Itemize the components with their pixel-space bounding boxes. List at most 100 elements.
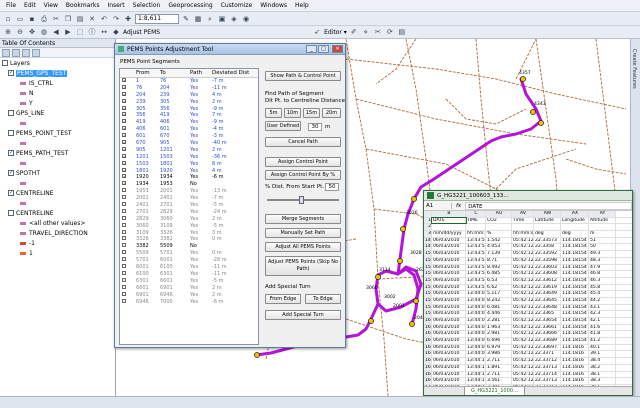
segment-row[interactable]: 6001 6100 Yes -11 m [120,264,258,271]
editor-icon[interactable]: ✎ [181,14,191,24]
row-number[interactable]: 166 [424,358,432,364]
sheet-cell[interactable]: 45.4 [589,291,616,297]
row-number[interactable]: 1 [424,217,432,224]
sheet-cell[interactable]: Time [512,217,534,224]
col-header[interactable]: AU [486,211,512,217]
sketch-icon[interactable]: ✐ [349,27,359,37]
sheet-cell[interactable]: 06/03/2010 [432,318,466,324]
print-icon[interactable]: ⎙ [39,14,49,24]
attributes-icon[interactable]: ▤ [397,27,407,37]
cancel-path-button[interactable]: Cancel Path [265,137,341,147]
toc-item[interactable] [0,198,115,208]
sheet-cell[interactable]: DATE [431,216,467,225]
segment-checkbox[interactable]: ✓ [122,133,126,138]
control-point-marker[interactable] [530,109,536,115]
sheet-cell[interactable]: 06/03/2010 [432,304,466,311]
toc-item[interactable]: PEMS_POINT_TEST [0,128,115,138]
menu-item-insert[interactable]: Insert [103,2,128,9]
col-from[interactable]: From [130,69,160,77]
sheet-cell[interactable]: m [589,231,616,237]
row-number[interactable]: 159 [424,311,432,317]
full-extent-icon[interactable]: ◍ [39,27,49,37]
forward-icon[interactable]: ▶ [63,27,73,37]
layer-checkbox[interactable]: ✓ [8,170,14,176]
segment-row[interactable]: 2001 2401 Yes -7 m [120,195,258,202]
sheet-cell[interactable]: 46.3 [589,277,616,284]
toc-item[interactable] [0,138,115,148]
add-special-turn-button[interactable]: Add Special Turn [265,310,341,320]
sheet-cell[interactable]: 22.33648 [534,304,561,311]
row-number[interactable]: 157 [424,297,432,304]
list-by-source-icon[interactable] [12,49,20,57]
sheet-cell[interactable]: 05:42:12 [512,304,534,311]
segment-checkbox[interactable] [122,298,126,303]
sheet-cell[interactable]: 8.492 [486,264,512,271]
row-number[interactable]: 153 [424,271,432,277]
sheet-cell[interactable]: 2.981 [486,331,512,338]
assign-control-point-button[interactable]: Assign Control Point [265,157,341,167]
toc-item[interactable]: Layers [0,58,115,68]
sheet-cell[interactable]: deg [534,231,561,237]
segment-row[interactable]: 6601 6901 Yes 2 m [120,284,258,292]
menu-item-windows[interactable]: Windows [256,2,291,9]
sheet-cell[interactable]: 22.33689 [534,338,561,344]
sheet-cell[interactable]: deg [561,231,589,237]
segment-row[interactable]: 1953 2001 Yes -13 m [120,188,258,195]
row-number[interactable]: 150 [424,251,432,257]
segment-row[interactable]: ✓ 406 601 Yes -4 m [120,126,258,133]
close-icon[interactable]: ✕ [332,45,343,53]
sheet-cell[interactable]: 114.1816 [561,351,589,358]
sheet-cell[interactable]: 22.3358 [534,244,561,251]
sheet-cell[interactable]: 22.33619 [534,284,561,291]
sheet-cell[interactable]: 38.4 [589,358,616,364]
row-number[interactable]: 3 [424,231,432,237]
sheet-cell[interactable]: 1.542 [486,237,512,244]
sheet-cell[interactable]: 13:44:00 [466,291,486,297]
col-header[interactable]: AX [561,211,589,217]
sheet-cell[interactable]: 13:43:56 [466,264,486,271]
sheet-cell[interactable]: 22.33713 [534,378,561,384]
toc-item[interactable]: Y [0,98,115,108]
editor-menu[interactable]: Editor ▾ [324,29,347,36]
sheet-cell[interactable]: 13:43:55 [466,257,486,264]
sheet-cell[interactable] [512,224,534,231]
merge-segments-button[interactable]: Merge Segments [265,214,341,224]
python-icon[interactable]: ◈ [229,14,239,24]
sheet-cell[interactable]: 114.1816 [561,344,589,351]
sheet-cell[interactable]: 22.33612 [534,277,561,284]
segment-row[interactable]: ✓ 1801 1920 Yes 4 m [120,167,258,175]
segment-checkbox[interactable]: ✓ [122,98,126,103]
sheet-cell[interactable]: 6.081 [486,304,512,311]
sheet-cell[interactable]: 38.2 [589,364,616,371]
segment-checkbox[interactable]: ✓ [122,84,126,89]
toc-item[interactable] [0,178,115,188]
segment-checkbox[interactable] [122,195,126,200]
sheet-cell[interactable]: 22.33661 [534,324,561,331]
control-point-marker[interactable] [400,226,406,232]
sheet-cell[interactable]: 22.33573 [534,237,561,244]
sheet-cell[interactable]: 3.986 [486,351,512,358]
sheet-cell[interactable]: 05:42:12 [512,358,534,364]
list-by-drawing-order-icon[interactable] [2,49,10,57]
segment-row[interactable]: ✓ 1503 1801 Yes 8 m [120,160,258,168]
segment-row[interactable]: ✓ 356 419 Yes 7 m [120,112,258,119]
segment-checkbox[interactable] [122,229,126,234]
from-edge-button[interactable]: From Edge [265,294,301,304]
segment-checkbox[interactable]: ✓ [122,78,126,83]
segment-row[interactable]: 6946 7000 Yes -6 m [120,298,258,306]
sheet-cell[interactable]: 06/03/2010 [432,284,466,291]
sheet-cell[interactable]: 22.33714 [534,371,561,378]
segment-checkbox[interactable] [122,222,126,227]
segment-row[interactable]: 3382 5509 No [120,243,258,250]
sheet-cell[interactable]: 13:44:07 [466,338,486,344]
row-number[interactable]: 151 [424,257,432,264]
segment-checkbox[interactable] [122,250,126,255]
sheet-cell[interactable]: 05:42:12 [512,277,534,284]
control-point-marker[interactable] [375,274,381,280]
control-point-marker[interactable] [409,321,415,327]
sheet-cell[interactable]: 50 [589,244,616,251]
sheet-cell[interactable]: 42.1 [589,318,616,324]
segment-checkbox[interactable]: ✓ [122,167,126,172]
menu-item-edit[interactable]: Edit [20,2,40,9]
col-header[interactable]: B [432,211,466,217]
